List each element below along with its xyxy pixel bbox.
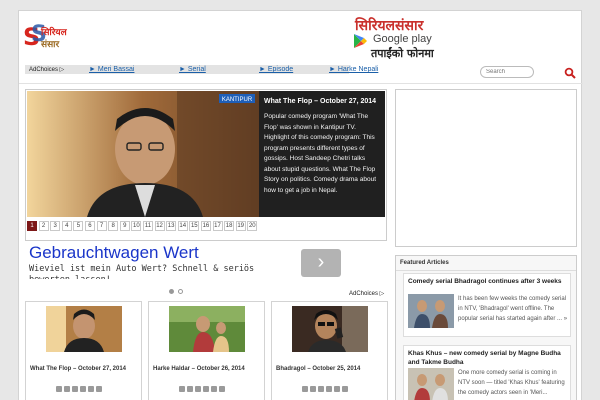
site-logo[interactable]: S S सिरियल संसार <box>23 21 83 53</box>
banner-store: Google play <box>373 33 432 45</box>
ad-banner[interactable]: Gebrauchtwagen Wert Wieviel ist mein Aut… <box>25 243 387 285</box>
tag-icon <box>64 386 70 392</box>
featured-item[interactable]: Khas Khus – new comedy serial by Magne B… <box>403 345 571 400</box>
link-icon <box>219 386 225 392</box>
adchoices-link[interactable]: AdChoices ▷ <box>29 66 64 73</box>
pager-page-5[interactable]: 5 <box>73 221 84 231</box>
pager-page-6[interactable]: 6 <box>84 221 95 231</box>
folder-icon <box>88 386 94 392</box>
post-card[interactable]: Harke Haldar – October 26, 2014 <box>148 301 265 400</box>
ad-dot-1[interactable] <box>169 289 174 294</box>
ad-dots <box>169 289 183 294</box>
pager-page-18[interactable]: 18 <box>224 221 235 231</box>
search-input[interactable] <box>486 69 534 75</box>
pager-page-11[interactable]: 11 <box>142 221 153 231</box>
user-icon <box>195 386 201 392</box>
search-icon[interactable] <box>564 67 576 79</box>
pager-page-2[interactable]: 2 <box>38 221 49 231</box>
nav-link-meri-bassai[interactable]: ► Meri Bassai <box>89 66 134 73</box>
featured-item-thumbnail[interactable] <box>408 294 454 328</box>
folder-icon <box>334 386 340 392</box>
pager-page-1[interactable]: 1 <box>27 221 37 231</box>
post-card[interactable]: What The Flop – October 27, 2014 <box>25 301 142 400</box>
user-icon <box>72 386 78 392</box>
pager-page-3[interactable]: 3 <box>50 221 61 231</box>
google-play-icon <box>354 34 367 48</box>
logo-text-line2: संसार <box>41 40 60 50</box>
slide-image[interactable]: KANTIPUR <box>27 91 259 217</box>
link-icon <box>96 386 102 392</box>
nav-link-episode[interactable]: ► Episode <box>259 66 293 73</box>
comment-icon <box>326 386 332 392</box>
pager-page-20[interactable]: 20 <box>247 221 258 231</box>
post-meta-icons <box>56 386 102 392</box>
ad-subline: Wieviel ist mein Auto Wert? Schnell & se… <box>29 264 255 274</box>
pager-page-16[interactable]: 16 <box>200 221 211 231</box>
featured-item[interactable]: Comedy serial Bhadragol continues after … <box>403 273 571 337</box>
user-icon <box>318 386 324 392</box>
ad-headline[interactable]: Gebrauchtwagen Wert <box>29 243 199 263</box>
post-title[interactable]: What The Flop – October 27, 2014 <box>30 366 126 372</box>
post-title[interactable]: Harke Haldar – October 26, 2014 <box>153 366 245 372</box>
pager-page-7[interactable]: 7 <box>96 221 107 231</box>
header-divider <box>19 83 583 84</box>
pager-page-12[interactable]: 12 <box>154 221 165 231</box>
slide-watermark: KANTIPUR <box>222 97 253 103</box>
nav-link-serial[interactable]: ► Serial <box>179 66 206 73</box>
nav-link-harke-nepali[interactable]: ► Harke Nepali <box>329 66 378 73</box>
comment-icon <box>80 386 86 392</box>
pager-page-15[interactable]: 15 <box>189 221 200 231</box>
adchoices-link-2[interactable]: AdChoices ▷ <box>349 290 384 297</box>
pager-page-9[interactable]: 9 <box>119 221 130 231</box>
folder-icon <box>211 386 217 392</box>
pager-page-17[interactable]: 17 <box>212 221 223 231</box>
featured-item-excerpt: One more comedy serial is coming in NTV … <box>458 370 565 396</box>
featured-item-excerpt: It has been few weeks the comedy serial … <box>458 296 568 322</box>
pager-page-10[interactable]: 10 <box>131 221 142 231</box>
slide-description: Popular comedy program 'What The Flop' w… <box>264 113 376 194</box>
comment-icon <box>203 386 209 392</box>
post-thumbnail[interactable] <box>292 306 368 352</box>
calendar-icon <box>56 386 62 392</box>
pager-page-19[interactable]: 19 <box>235 221 246 231</box>
calendar-icon <box>179 386 185 392</box>
post-meta-icons <box>179 386 225 392</box>
ad-arrow-button[interactable]: › <box>301 249 341 277</box>
slide-title[interactable]: What The Flop – October 27, 2014 <box>264 97 380 106</box>
post-card[interactable]: Bhadragol – October 25, 2014 <box>271 301 388 400</box>
post-thumbnail[interactable] <box>169 306 245 352</box>
post-meta-icons <box>302 386 348 392</box>
pager-page-8[interactable]: 8 <box>108 221 119 231</box>
banner-tagline: तपाईंको फोनमा <box>371 47 434 60</box>
slide-caption: What The Flop – October 27, 2014 Popular… <box>259 91 385 217</box>
tag-icon <box>187 386 193 392</box>
google-play-banner[interactable]: सिरियलसंसार Google play तपाईंको फोनमा <box>351 16 451 64</box>
featured-item-title[interactable]: Khas Khus – new comedy serial by Magne B… <box>408 349 568 367</box>
sidebar-ad-slot <box>395 89 577 247</box>
calendar-icon <box>302 386 308 392</box>
pager-page-4[interactable]: 4 <box>61 221 72 231</box>
post-thumbnail[interactable] <box>46 306 122 352</box>
featured-heading: Featured Articles <box>400 260 449 266</box>
slider-pager: 1 2 3 4 5 6 7 8 9 10 11 12 13 14 15 16 17 18 19 20 <box>27 221 259 233</box>
link-icon <box>342 386 348 392</box>
ad-dot-2[interactable] <box>178 289 183 294</box>
pager-page-14[interactable]: 14 <box>177 221 188 231</box>
ad-subline-2: bewerten lassen! <box>29 275 111 279</box>
featured-item-thumbnail[interactable] <box>408 368 454 400</box>
post-title[interactable]: Bhadragol – October 25, 2014 <box>276 366 360 372</box>
pager-page-13[interactable]: 13 <box>166 221 177 231</box>
page-container: S S सिरियल संसार सिरियलसंसार Google play… <box>18 10 583 400</box>
tag-icon <box>310 386 316 392</box>
search-box[interactable] <box>480 66 534 78</box>
featured-item-title[interactable]: Comedy serial Bhadragol continues after … <box>408 277 568 286</box>
